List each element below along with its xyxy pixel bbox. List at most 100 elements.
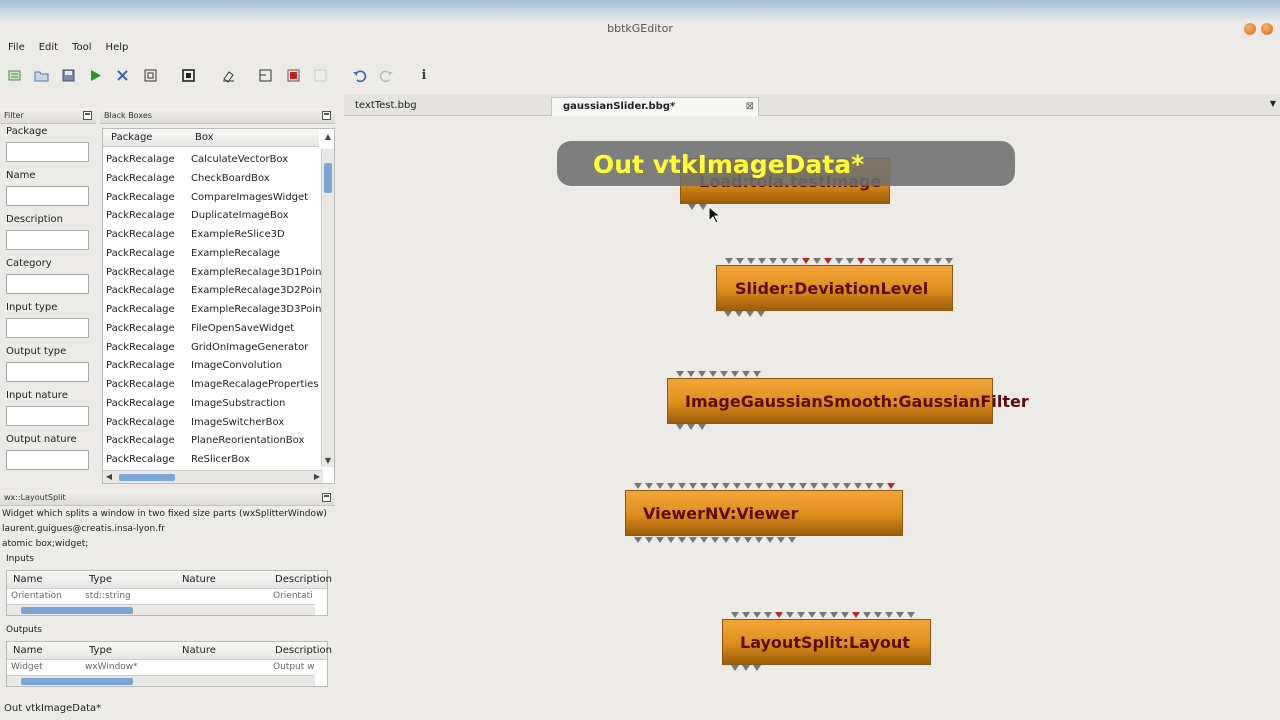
box-gaussian-outputs[interactable]	[676, 424, 706, 431]
tab-gaussianslider-label: gaussianSlider.bbg*	[563, 101, 676, 112]
filter-output-type-input[interactable]	[6, 362, 89, 382]
close-window-button[interactable]	[1261, 23, 1273, 35]
filter-description-input[interactable]	[6, 230, 89, 250]
box-viewer-inputs[interactable]	[634, 483, 895, 490]
blackboxes-hscroll[interactable]: ◀ ▶	[103, 470, 323, 483]
frame-icon[interactable]	[142, 67, 158, 83]
box-slider-inputs[interactable]	[725, 258, 953, 265]
col-box-header[interactable]: Box	[195, 132, 214, 143]
menu-edit[interactable]: Edit	[32, 40, 65, 58]
outputs-hscroll-thumb[interactable]	[21, 678, 133, 685]
new-diagram-icon[interactable]	[6, 67, 22, 83]
box-viewer-outputs[interactable]	[634, 537, 796, 544]
list-item[interactable]: PackRecalage ExampleRecalage3D1Point	[103, 263, 325, 282]
box-slider-label: Slider:DeviationLevel	[735, 278, 929, 298]
input-port-icon[interactable]	[257, 67, 273, 83]
list-item[interactable]: PackRecalage PlaneReorientationBox	[103, 431, 319, 450]
filter-output-nature-label: Output nature	[6, 434, 77, 445]
list-item[interactable]: PackRecalage CheckBoardBox	[103, 169, 319, 188]
filter-output-nature-input[interactable]	[6, 450, 89, 470]
outputs-hscroll[interactable]	[7, 675, 315, 686]
open-folder-icon[interactable]	[33, 67, 49, 83]
run-icon[interactable]	[87, 67, 103, 83]
close-tab-icon[interactable]: ⊠	[746, 98, 754, 115]
hscroll-thumb[interactable]	[119, 474, 175, 481]
inputs-hscroll[interactable]	[7, 604, 315, 615]
scroll-left-arrow-icon[interactable]: ◀	[103, 471, 115, 483]
info-icon[interactable]: i	[416, 67, 432, 83]
box-gaussian-inputs[interactable]	[676, 371, 761, 378]
stop-icon[interactable]	[285, 67, 301, 83]
box-layout-inputs[interactable]	[731, 612, 915, 619]
list-item[interactable]: PackRecalage ImageConvolution	[103, 356, 319, 375]
box-author-text: laurent.guigues@creatis.insa-lyon.fr	[2, 524, 165, 534]
list-item-box: CompareImagesWidget	[191, 191, 309, 203]
box-gaussian[interactable]: ImageGaussianSmooth:GaussianFilter	[667, 378, 1029, 424]
output-row-description: Output w	[273, 662, 315, 672]
inputs-hscroll-thumb[interactable]	[21, 607, 133, 614]
list-item-package: PackRecalage	[106, 435, 175, 447]
blackboxes-minimize-button[interactable]	[322, 111, 331, 120]
outputs-table: Name Type Nature Description Widget wxWi…	[6, 641, 332, 687]
menu-tool[interactable]: Tool	[65, 40, 98, 58]
list-item[interactable]: PackRecalage DuplicateImageBox	[103, 206, 319, 225]
box-viewer[interactable]: ViewerNV:Viewer	[625, 490, 903, 536]
redo-icon	[378, 67, 394, 83]
delete-icon[interactable]	[114, 67, 130, 83]
list-item[interactable]: PackRecalage ImageSubstraction	[103, 394, 319, 413]
box-layout[interactable]: LayoutSplit:Layout	[722, 619, 931, 665]
save-icon[interactable]	[60, 67, 76, 83]
list-item-package: PackRecalage	[106, 285, 175, 297]
list-item-box: ExampleRecalage	[191, 247, 281, 259]
col-package-header[interactable]: Package	[111, 132, 152, 143]
blackboxes-panel-header: Black Boxes	[100, 108, 335, 124]
list-item[interactable]: PackRecalage ExampleRecalage3D2Points	[103, 281, 331, 300]
box-slider[interactable]: Slider:DeviationLevel	[716, 265, 953, 311]
menu-file[interactable]: File	[0, 40, 32, 58]
eraser-icon[interactable]	[220, 67, 236, 83]
filter-panel-header: Filter	[0, 108, 96, 124]
list-item[interactable]: PackRecalage ExampleReSlice3D	[103, 225, 319, 244]
list-item-box: ImageSwitcherBox	[191, 416, 285, 428]
scroll-up-arrow-icon[interactable]: ▲	[322, 131, 334, 143]
list-item[interactable]: PackRecalage GridOnImageGenerator	[103, 338, 319, 357]
list-item[interactable]: PackRecalage ExampleRecalage	[103, 244, 319, 263]
blackboxes-list: Package Box PackRecalage CalculateVectorB…	[102, 128, 335, 484]
blackboxes-vscroll[interactable]	[321, 149, 334, 467]
tab-texttest[interactable]: textTest.bbg	[344, 97, 554, 116]
filter-input-nature-input[interactable]	[6, 406, 89, 426]
filter-input-type-input[interactable]	[6, 318, 89, 338]
undo-icon[interactable]	[351, 67, 367, 83]
maximize-button[interactable]	[1244, 23, 1256, 35]
vscroll-thumb[interactable]	[324, 163, 332, 193]
list-item[interactable]: PackRecalage ImageSwitcherBox	[103, 413, 319, 432]
box-gaussian-label: ImageGaussianSmooth:GaussianFilter	[685, 391, 1029, 411]
menu-help[interactable]: Help	[99, 40, 136, 58]
filter-minimize-button[interactable]	[83, 111, 92, 120]
list-item-box: ImageConvolution	[191, 360, 283, 372]
box-load-outputs[interactable]	[688, 204, 707, 211]
scroll-right-arrow-icon[interactable]: ▶	[311, 471, 323, 483]
box-slider-outputs[interactable]	[724, 311, 765, 318]
list-item[interactable]: PackRecalage ExampleRecalage3D3Points	[103, 300, 331, 319]
tab-menu-arrow-icon[interactable]: ▼	[1270, 99, 1276, 108]
list-item[interactable]: PackRecalage ReSlicerBox	[103, 450, 319, 469]
inputs-table-header: Name Type Nature Description	[7, 571, 332, 589]
complex-box-icon[interactable]	[180, 67, 196, 83]
outputs-col-type: Type	[89, 645, 112, 656]
filter-name-label: Name	[6, 170, 36, 181]
list-item[interactable]: PackRecalage CalculateVectorBox	[103, 150, 319, 169]
filter-name-input[interactable]	[6, 186, 89, 206]
box-category-text: atomic box;widget;	[2, 539, 89, 549]
list-item-box: FileOpenSaveWidget	[191, 322, 295, 334]
filter-package-input[interactable]	[6, 142, 89, 162]
list-item[interactable]: PackRecalage CompareImagesWidget	[103, 188, 319, 207]
inputs-col-description: Description	[275, 574, 332, 585]
filter-category-input[interactable]	[6, 274, 89, 294]
box-layout-outputs[interactable]	[731, 665, 761, 672]
scroll-down-arrow-icon[interactable]: ▼	[322, 455, 334, 467]
list-item[interactable]: PackRecalage ImageRecalageProperties	[103, 375, 319, 394]
description-minimize-button[interactable]	[322, 493, 331, 502]
list-item[interactable]: PackRecalage FileOpenSaveWidget	[103, 319, 319, 338]
tab-gaussianslider[interactable]: gaussianSlider.bbg* ⊠	[551, 97, 759, 116]
